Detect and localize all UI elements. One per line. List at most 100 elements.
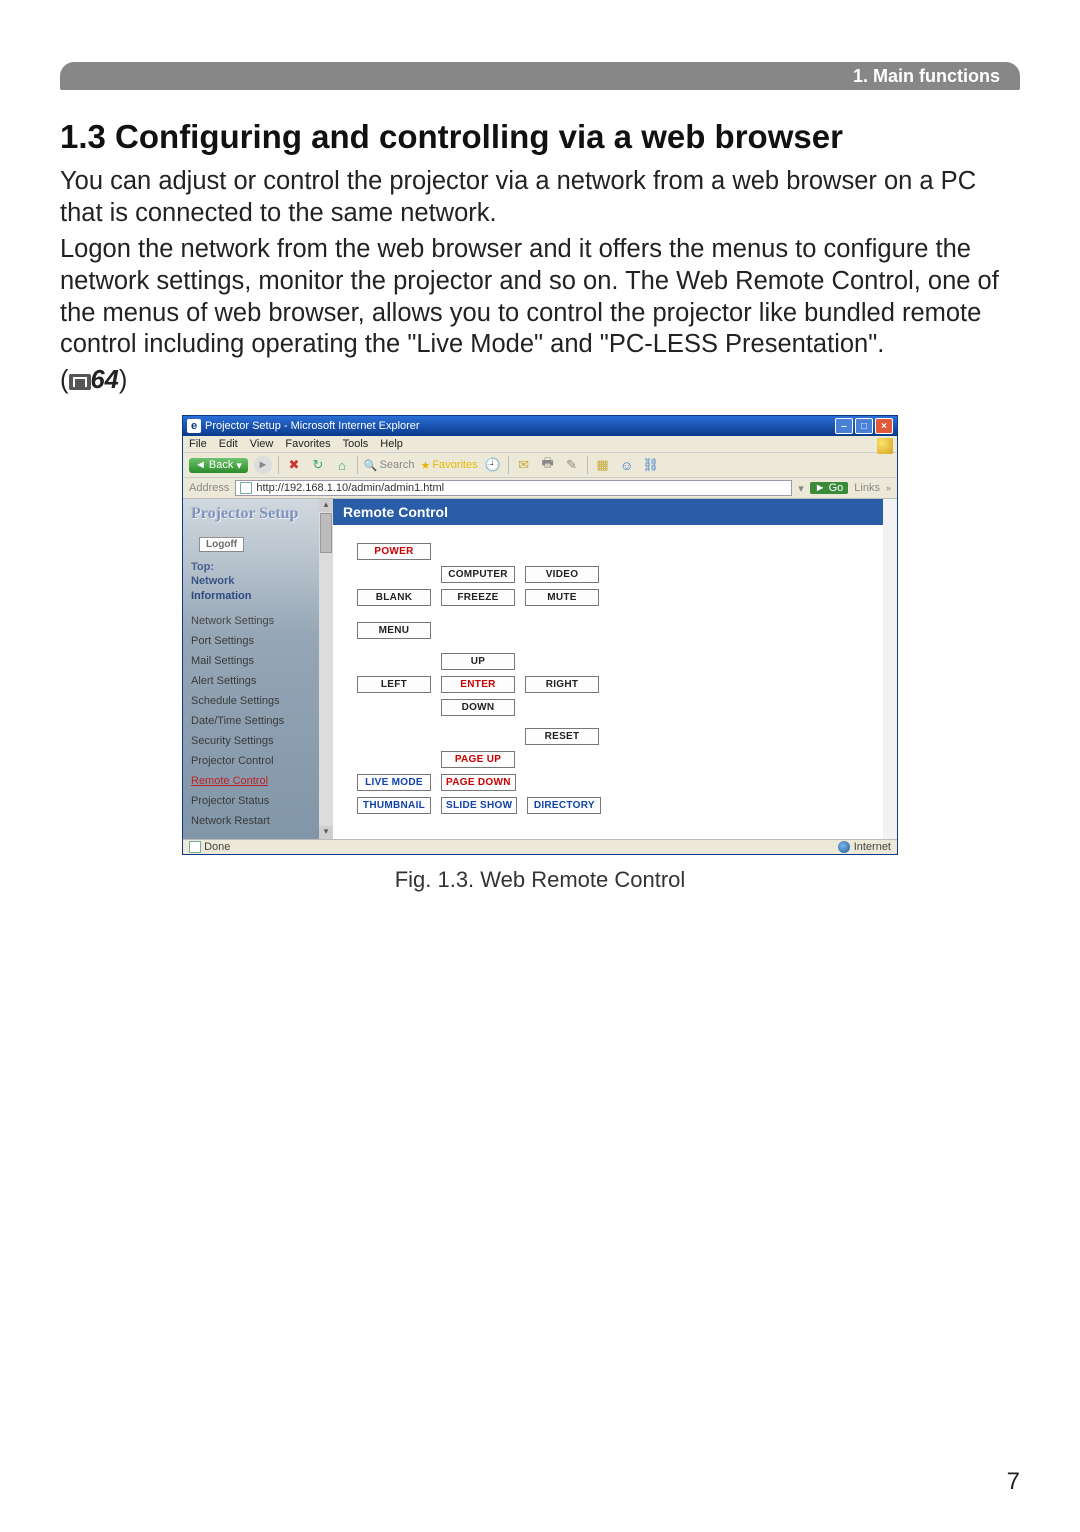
figure-caption: Fig. 1.3. Web Remote Control: [395, 867, 686, 893]
internet-zone-icon: [838, 841, 850, 853]
down-button[interactable]: DOWN: [441, 699, 515, 716]
status-done: Done: [189, 841, 230, 853]
sidebar-item[interactable]: Projector Status: [191, 791, 325, 811]
browser-menubar: File Edit View Favorites Tools Help: [183, 436, 897, 453]
sidebar-item[interactable]: Security Settings: [191, 731, 325, 751]
sidebar-item[interactable]: Mail Settings: [191, 651, 325, 671]
power-button[interactable]: POWER: [357, 543, 431, 560]
scroll-up-icon[interactable]: ▴: [319, 499, 333, 512]
stop-icon[interactable]: ✖: [285, 456, 303, 474]
directory-button[interactable]: DIRECTORY: [527, 797, 601, 814]
pagedown-button[interactable]: PAGE DOWN: [441, 774, 516, 791]
status-zone: Internet: [838, 841, 891, 853]
left-button[interactable]: LEFT: [357, 676, 431, 693]
links-chevron-icon[interactable]: »: [886, 483, 891, 493]
ie-page-icon: e: [187, 419, 201, 433]
favorites-label: Favorites: [432, 459, 477, 471]
page-reference-number: 64: [91, 366, 119, 394]
menu-help[interactable]: Help: [380, 438, 403, 450]
enter-button[interactable]: ENTER: [441, 676, 515, 693]
main-scrollbar[interactable]: [883, 499, 897, 839]
address-value: http://192.168.1.10/admin/admin1.html: [256, 482, 444, 494]
sidebar-item[interactable]: Network Settings: [191, 611, 325, 631]
scroll-down-icon[interactable]: ▾: [319, 826, 333, 839]
reset-button[interactable]: RESET: [525, 728, 599, 745]
browser-body: Projector Setup Logoff Top: Network Info…: [183, 499, 897, 839]
window-close-button[interactable]: ×: [875, 418, 893, 434]
history-icon[interactable]: 🕘: [484, 456, 502, 474]
print-icon[interactable]: 🖶: [539, 456, 557, 474]
status-done-label: Done: [204, 841, 230, 853]
page-content: 1.3 Configuring and controlling via a we…: [60, 118, 1020, 893]
mail-icon[interactable]: ✉: [515, 456, 533, 474]
address-dropdown-icon[interactable]: ▾: [798, 482, 804, 495]
sidebar-top-label: Top:: [191, 560, 325, 574]
sidebar-top-section: Top: Network Information: [183, 560, 333, 609]
sidebar-item[interactable]: Network Restart: [191, 811, 325, 831]
mute-button[interactable]: MUTE: [525, 589, 599, 606]
computer-button[interactable]: COMPUTER: [441, 566, 515, 583]
blank-button[interactable]: BLANK: [357, 589, 431, 606]
menu-edit[interactable]: Edit: [219, 438, 238, 450]
window-title: e Projector Setup - Microsoft Internet E…: [187, 419, 420, 433]
toolbar-separator: [357, 456, 358, 474]
research-icon[interactable]: ⛓: [642, 456, 660, 474]
paragraph-1: You can adjust or control the projector …: [60, 166, 1020, 230]
book-icon: [69, 374, 91, 390]
search-label: Search: [380, 459, 415, 471]
forward-button[interactable]: ►: [254, 456, 272, 474]
refresh-icon[interactable]: ↻: [309, 456, 327, 474]
window-minimize-button[interactable]: –: [835, 418, 853, 434]
page-number: 7: [1007, 1468, 1020, 1496]
sidebar-item[interactable]: Remote Control: [191, 771, 325, 791]
livemode-button[interactable]: LIVE MODE: [357, 774, 431, 791]
section-heading: 1.3 Configuring and controlling via a we…: [60, 118, 1020, 156]
home-icon[interactable]: ⌂: [333, 456, 351, 474]
right-button[interactable]: RIGHT: [525, 676, 599, 693]
slideshow-button[interactable]: SLIDE SHOW: [441, 797, 517, 814]
status-zone-label: Internet: [854, 841, 891, 853]
menu-tools[interactable]: Tools: [343, 438, 369, 450]
ie-logo-icon: [877, 438, 893, 454]
edit-icon[interactable]: ✎: [563, 456, 581, 474]
address-input[interactable]: http://192.168.1.10/admin/admin1.html: [235, 480, 792, 496]
pageup-button[interactable]: PAGE UP: [441, 751, 515, 768]
page-header-bar: 1. Main functions: [60, 62, 1020, 90]
browser-address-bar: Address http://192.168.1.10/admin/admin1…: [183, 478, 897, 499]
discuss-icon[interactable]: ▦: [594, 456, 612, 474]
paragraph-2: Logon the network from the web browser a…: [60, 234, 1020, 362]
sidebar-item[interactable]: Projector Control: [191, 751, 325, 771]
browser-status-bar: Done Internet: [183, 839, 897, 854]
scroll-thumb[interactable]: [320, 513, 332, 553]
panel-title: Remote Control: [333, 499, 897, 525]
menu-file[interactable]: File: [189, 438, 207, 450]
freeze-button[interactable]: FREEZE: [441, 589, 515, 606]
sidebar-item[interactable]: Alert Settings: [191, 671, 325, 691]
sidebar: Projector Setup Logoff Top: Network Info…: [183, 499, 333, 839]
window-title-text: Projector Setup - Microsoft Internet Exp…: [205, 420, 420, 432]
go-button[interactable]: ► Go: [810, 482, 849, 494]
logoff-button[interactable]: Logoff: [199, 537, 244, 552]
video-button[interactable]: VIDEO: [525, 566, 599, 583]
sidebar-item[interactable]: Schedule Settings: [191, 691, 325, 711]
favorites-button[interactable]: ★ Favorites: [420, 459, 477, 472]
sidebar-top-information[interactable]: Information: [191, 589, 325, 603]
sidebar-scrollbar[interactable]: ▴ ▾: [319, 499, 333, 839]
menu-favorites[interactable]: Favorites: [285, 438, 330, 450]
links-label[interactable]: Links: [854, 482, 880, 494]
sidebar-item[interactable]: Port Settings: [191, 631, 325, 651]
address-label: Address: [189, 482, 229, 494]
menu-button[interactable]: MENU: [357, 622, 431, 639]
sidebar-item[interactable]: Date/Time Settings: [191, 711, 325, 731]
up-button[interactable]: UP: [441, 653, 515, 670]
sidebar-top-network[interactable]: Network: [191, 574, 325, 588]
body-text: You can adjust or control the projector …: [60, 166, 1020, 397]
browser-window: e Projector Setup - Microsoft Internet E…: [182, 415, 898, 855]
messenger-icon[interactable]: ☺: [618, 456, 636, 474]
back-button[interactable]: ◄ Back ▾: [189, 458, 248, 473]
menu-view[interactable]: View: [250, 438, 274, 450]
search-button[interactable]: 🔍 Search: [364, 459, 415, 472]
go-label: Go: [829, 482, 844, 494]
window-maximize-button[interactable]: □: [855, 418, 873, 434]
thumbnail-button[interactable]: THUMBNAIL: [357, 797, 431, 814]
